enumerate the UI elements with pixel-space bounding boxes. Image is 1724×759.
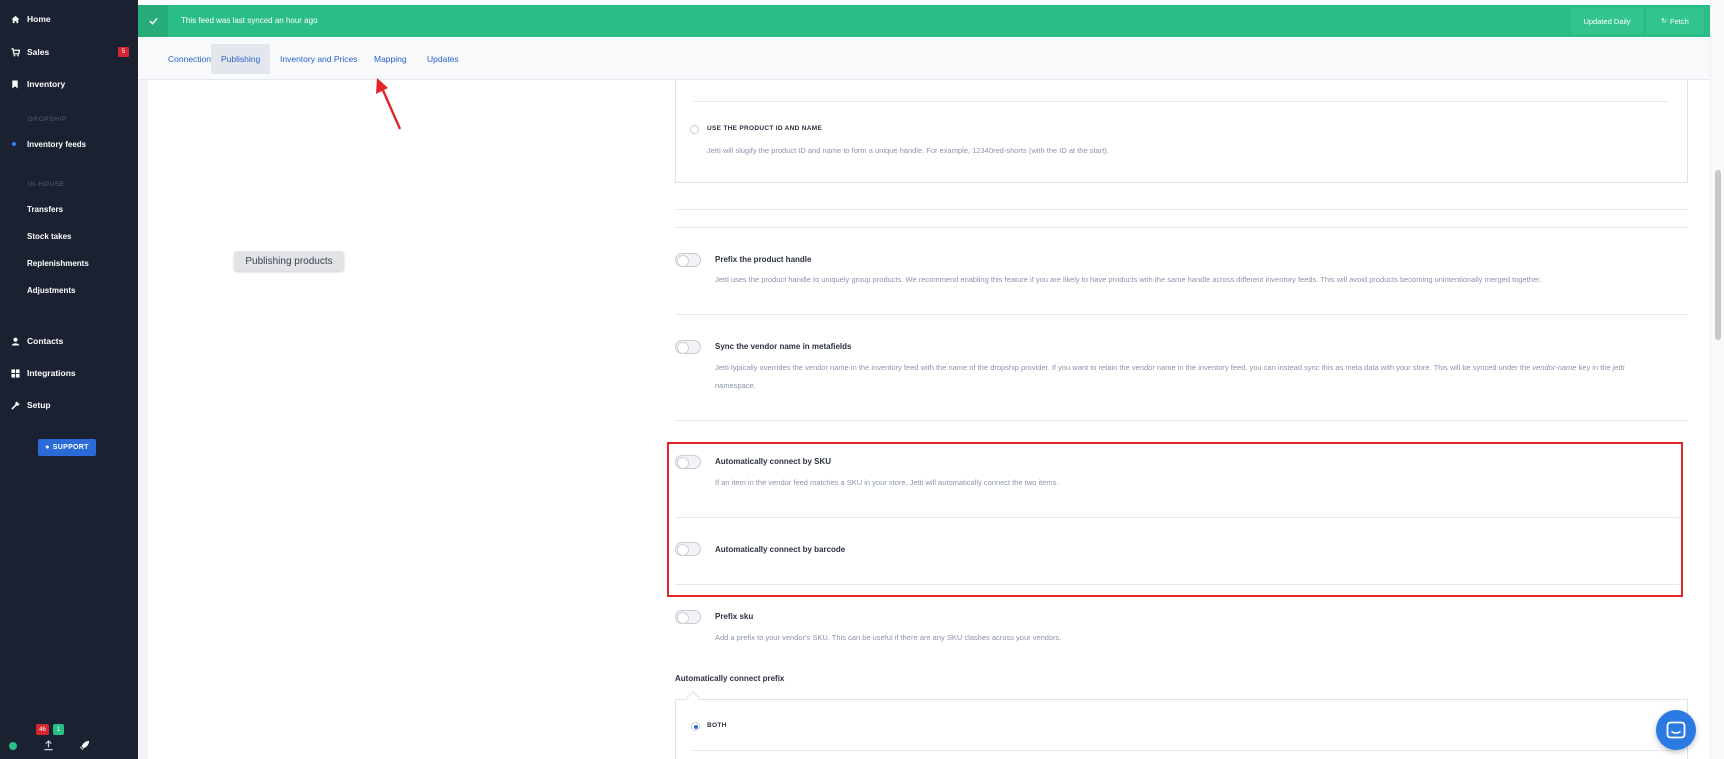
divider bbox=[675, 209, 1688, 210]
divider bbox=[675, 314, 1688, 315]
sidebar-item-setup[interactable]: Setup bbox=[0, 394, 138, 416]
tab-publishing[interactable]: Publishing bbox=[211, 44, 271, 74]
section-label-dropship: DROPSHIP bbox=[28, 116, 67, 123]
divider bbox=[694, 101, 1669, 102]
tab-inventory-and-prices[interactable]: Inventory and Prices bbox=[270, 44, 367, 74]
tab-updates[interactable]: Updates bbox=[417, 44, 469, 74]
handle-option-radio[interactable] bbox=[690, 125, 699, 134]
sidebar-item-adjustments[interactable]: Adjustments bbox=[27, 286, 75, 295]
chat-icon bbox=[1666, 721, 1686, 739]
bookmark-icon bbox=[10, 79, 20, 89]
feed-tabs: Connection Publishing Inventory and Pric… bbox=[138, 38, 1710, 80]
prefix-handle-title: Prefix the product handle bbox=[715, 255, 812, 264]
help-icon: ● bbox=[45, 444, 50, 451]
active-indicator-dot bbox=[12, 142, 16, 146]
cart-icon bbox=[10, 47, 20, 57]
sync-vendor-title: Sync the vendor name in metafields bbox=[715, 342, 852, 351]
sidebar: Home Sales 5 Inventory DROPSHIP Inventor… bbox=[0, 0, 138, 759]
prefix-sku-title: Prefix sku bbox=[715, 612, 754, 621]
user-icon bbox=[10, 336, 20, 346]
sidebar-item-label: Sales bbox=[27, 47, 50, 57]
divider bbox=[691, 750, 1676, 751]
annotation-arrow bbox=[376, 78, 402, 130]
page-scrollbar[interactable] bbox=[1710, 0, 1724, 759]
desc-text: namespace. bbox=[715, 381, 756, 390]
updated-daily-button[interactable]: Updated Daily bbox=[1571, 8, 1643, 34]
scrollbar-thumb[interactable] bbox=[1715, 170, 1721, 340]
support-button[interactable]: ● SUPPORT bbox=[38, 439, 96, 456]
prefix-sku-toggle[interactable] bbox=[675, 610, 701, 624]
tab-mapping[interactable]: Mapping bbox=[364, 44, 417, 74]
rocket-icon[interactable] bbox=[79, 738, 91, 751]
sidebar-item-label: Contacts bbox=[27, 336, 64, 346]
section-tooltip: Publishing products bbox=[234, 251, 344, 271]
sidebar-item-label: Integrations bbox=[27, 368, 76, 378]
sidebar-item-label: Inventory bbox=[27, 79, 66, 89]
grid-icon bbox=[10, 368, 20, 378]
refresh-icon: ↻ bbox=[1661, 18, 1668, 25]
sync-vendor-desc: Jetti typically overrides the vendor nam… bbox=[715, 359, 1685, 395]
connect-prefix-radio[interactable] bbox=[691, 722, 700, 731]
desc-emphasis: vendor-name bbox=[1532, 363, 1577, 372]
sidebar-item-label: Setup bbox=[27, 400, 51, 410]
check-icon bbox=[138, 5, 168, 37]
divider bbox=[675, 420, 1688, 421]
prefix-handle-toggle[interactable] bbox=[675, 253, 701, 267]
status-dot bbox=[9, 742, 17, 750]
sidebar-item-inventory[interactable]: Inventory bbox=[0, 73, 138, 95]
divider bbox=[675, 227, 1688, 228]
sidebar-item-replenishments[interactable]: Replenishments bbox=[27, 259, 89, 268]
sync-status-text: This feed was last synced an hour ago bbox=[181, 16, 318, 25]
chat-launcher-button[interactable] bbox=[1656, 710, 1696, 750]
highlight-annotation-box bbox=[667, 442, 1683, 597]
connect-prefix-option: BOTH bbox=[707, 722, 727, 729]
main-panel: This feed was last synced an hour ago Up… bbox=[138, 0, 1710, 759]
sidebar-item-stock-takes[interactable]: Stock takes bbox=[27, 232, 71, 241]
sidebar-item-integrations[interactable]: Integrations bbox=[0, 362, 138, 384]
prefix-sku-desc: Add a prefix to your vendor's SKU. This … bbox=[715, 633, 1062, 642]
fetch-button[interactable]: ↻ Fetch bbox=[1646, 8, 1704, 34]
home-icon bbox=[10, 14, 20, 24]
sync-status-bar: This feed was last synced an hour ago Up… bbox=[138, 5, 1710, 37]
prefix-handle-desc: Jetti uses the product handle to uniquel… bbox=[715, 275, 1542, 284]
sidebar-item-inventory-feeds[interactable]: Inventory feeds bbox=[27, 140, 86, 149]
sidebar-item-label: Home bbox=[27, 14, 51, 24]
upload-count-badge: 1 bbox=[53, 724, 64, 735]
connect-prefix-label: Automatically connect prefix bbox=[675, 674, 785, 683]
handle-option-desc: Jetti will slugify the product ID and na… bbox=[707, 146, 1109, 155]
content-left-edge bbox=[138, 80, 148, 759]
sync-vendor-toggle[interactable] bbox=[675, 340, 701, 354]
sidebar-item-transfers[interactable]: Transfers bbox=[27, 205, 63, 214]
desc-emphasis: jetti bbox=[1612, 363, 1625, 372]
section-label-inhouse: IN-HOUSE bbox=[28, 181, 65, 188]
handle-option-title: USE THE PRODUCT ID AND NAME bbox=[707, 125, 823, 132]
handle-options-box bbox=[675, 80, 1688, 183]
sales-count-badge: 5 bbox=[118, 47, 129, 57]
desc-text: Jetti typically overrides the vendor nam… bbox=[715, 363, 1533, 372]
fetch-label: Fetch bbox=[1670, 16, 1689, 26]
wrench-icon bbox=[10, 400, 20, 410]
sidebar-item-home[interactable]: Home bbox=[0, 8, 138, 30]
sidebar-item-contacts[interactable]: Contacts bbox=[0, 330, 138, 352]
desc-text: key in the bbox=[1576, 363, 1613, 372]
upload-icon[interactable] bbox=[43, 738, 55, 751]
notification-count-badge: 46 bbox=[36, 724, 49, 735]
support-label: SUPPORT bbox=[52, 444, 89, 451]
